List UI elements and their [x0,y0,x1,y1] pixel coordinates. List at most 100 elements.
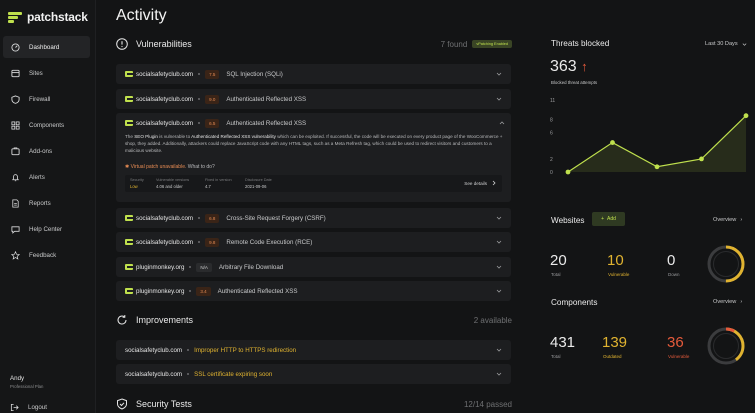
vpatching-badge: vPatching Enabled [472,40,512,48]
vulnerable-versions: Vulnerable versions 4.06 and older [156,178,190,189]
components-total: 431 [550,334,576,351]
see-details-link[interactable]: See details [464,180,497,186]
sidebar-item-label: Dashboard [29,43,60,51]
page-title: Activity [116,7,167,24]
chart-point [610,140,615,145]
vulnerability-row-expanded[interactable]: socialsafetyclub.com 6.5 Authenticated R… [125,113,505,133]
row-site: socialsafetyclub.com [136,214,194,222]
chevron-up-icon[interactable] [499,120,505,126]
threats-title: Threats blocked [551,39,610,48]
fixed-version: Fixed in version 4.7 [205,178,232,189]
what-to-do-link[interactable]: What to do? [186,164,215,170]
vulnerability-row[interactable]: socialsafetyclub.com 6.8 Cross-Site Requ… [116,208,511,228]
sidebar-item-label: Feedback [29,251,57,259]
sidebar-item-firewall[interactable]: Firewall [3,88,90,110]
arrow-up-icon: ↑ [581,59,588,74]
row-site: socialsafetyclub.com [125,370,183,378]
virtual-patch-warning: ✱ Virtual patch unavailable. What to do? [125,164,215,170]
sidebar-item-label: Components [29,121,65,129]
improvement-row[interactable]: socialsafetyclub.com SSL certificate exp… [116,364,511,384]
vulnerability-row[interactable]: socialsafetyclub.com 7.5 SQL Injection (… [116,64,511,84]
period-select[interactable]: Last 30 Days [705,41,747,47]
wordpress-plugin-icon [125,215,133,221]
vulnerability-row[interactable]: socialsafetyclub.com 9.0 Authenticated R… [116,89,511,109]
chevron-down-icon [742,42,747,46]
reports-icon [11,198,20,208]
patchstack-logo-icon [8,11,22,23]
sidebar-item-addons[interactable]: Add-ons [3,140,90,162]
add-website-button[interactable]: + Add [592,212,625,226]
improvements-count: 2 available [473,315,512,325]
websites-title: Websites [551,216,585,225]
logo[interactable]: patchstack [8,10,88,24]
websites-vulnerable-label: Vulnerable [608,272,630,277]
websites-vulnerable: 10 [607,252,624,269]
components-total-label: Total [551,354,561,359]
wordpress-plugin-icon [125,120,133,126]
chevron-down-icon[interactable] [496,371,502,377]
vulnerability-row[interactable]: pluginmonkey.org 3.4 Authenticated Refle… [116,281,511,301]
sidebar-item-label: Sites [29,69,43,77]
security-tests-header: Security Tests 12/14 passed [116,398,512,410]
sidebar-item-help-center[interactable]: Help Center [3,218,90,240]
sidebar-item-label: Reports [29,199,51,207]
cvss-score-badge: 6.8 [205,213,220,223]
cvss-score-badge: 7.5 [205,69,220,79]
refresh-icon [117,315,127,325]
sidebar: patchstack Dashboard Sites Firewall Comp… [0,0,96,413]
vulnerability-row[interactable]: pluginmonkey.org N/A Arbitrary File Down… [116,257,511,277]
sidebar-item-feedback[interactable]: Feedback [3,244,90,266]
components-icon [11,120,20,130]
sidebar-item-components[interactable]: Components [3,114,90,136]
cvss-score-badge: 9.0 [205,94,220,104]
wordpress-plugin-icon [125,288,133,294]
vulnerability-expanded-card: socialsafetyclub.com 6.5 Authenticated R… [116,113,511,202]
logout-button[interactable]: Logout [10,403,47,412]
user-plan: Professional Plan [10,384,44,389]
threats-caption: Blocked threat attempts [551,80,598,85]
improvements-header: Improvements 2 available [116,314,512,326]
components-overview-link[interactable]: Overview › [713,299,742,305]
components-vulnerable: 36 [667,334,684,351]
sidebar-item-label: Firewall [29,95,51,103]
cvss-score-badge: 9.8 [205,237,220,247]
components-outdated-label: Outdated [603,354,622,359]
sidebar-item-alerts[interactable]: Alerts [3,166,90,188]
sites-icon [11,69,20,78]
chevron-down-icon[interactable] [496,288,502,294]
chevron-down-icon[interactable] [496,96,502,102]
chevron-down-icon[interactable] [496,71,502,77]
threats-line-chart: 11 8 6 2 0 [550,98,749,176]
main-content: Activity Vulnerabilities 7 found vPatchi… [100,0,520,413]
cvss-score-badge: N/A [196,262,212,272]
sidebar-item-reports[interactable]: Reports [3,192,90,214]
chevron-down-icon[interactable] [496,215,502,221]
wordpress-plugin-icon [125,71,133,77]
row-vulnerability-name: Cross-Site Request Forgery (CSRF) [226,214,326,222]
security-tests-count: 12/14 passed [463,399,512,409]
addons-icon [11,146,20,156]
vulnerabilities-header: Vulnerabilities 7 found vPatching Enable… [116,38,512,50]
disclosure-date: Disclosure Date 2021-09-06 [245,178,272,189]
user-info: Andy Professional Plan [10,375,43,389]
sidebar-item-dashboard[interactable]: Dashboard [3,36,90,58]
cvss-score-badge: 6.5 [205,118,220,128]
chevron-down-icon[interactable] [496,347,502,353]
logout-label: Logout [28,404,47,411]
security-level: Security Low [130,178,144,189]
chevron-down-icon[interactable] [496,264,502,270]
row-vulnerability-name: Authenticated Reflected XSS [217,287,298,295]
improvement-row[interactable]: socialsafetyclub.com Improper HTTP to HT… [116,340,511,360]
chart-point [565,169,571,175]
plus-icon: + [601,216,604,222]
cvss-score-badge: 3.4 [196,286,211,296]
websites-overview-link[interactable]: Overview › [713,217,742,223]
chart-point [699,156,704,162]
sidebar-item-label: Add-ons [29,147,53,155]
components-outdated: 139 [602,334,628,351]
sidebar-item-sites[interactable]: Sites [3,62,90,84]
vulnerability-row[interactable]: socialsafetyclub.com 9.8 Remote Code Exe… [116,232,511,252]
row-vulnerability-name: Arbitrary File Download [218,263,284,271]
chevron-down-icon[interactable] [496,239,502,245]
chevron-right-icon [492,180,496,186]
